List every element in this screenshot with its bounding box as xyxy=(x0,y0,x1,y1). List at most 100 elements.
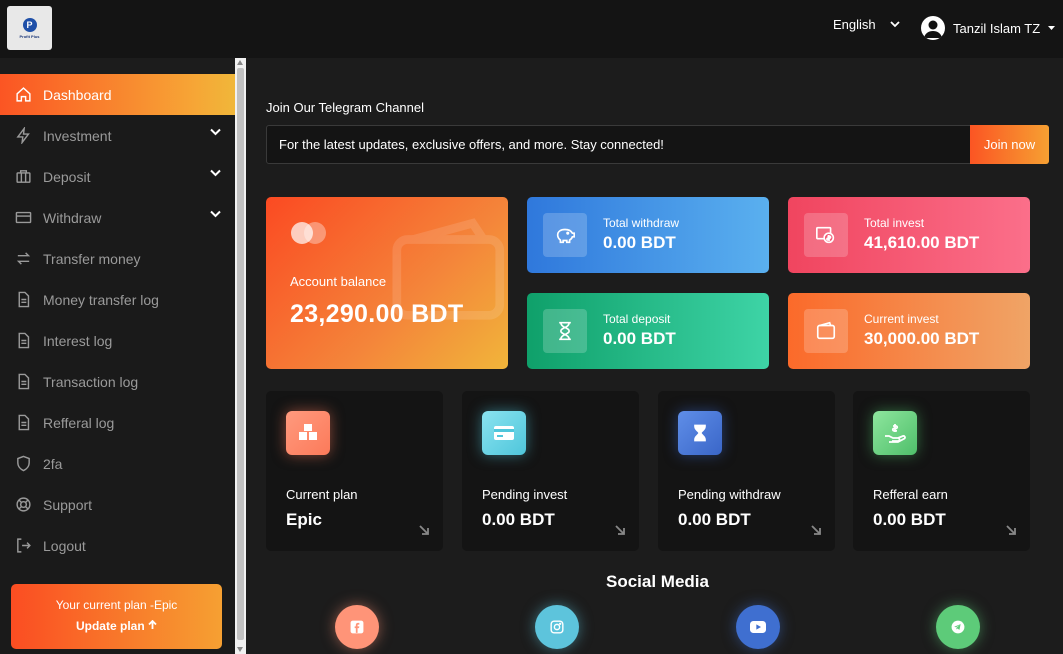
scrollbar-thumb[interactable] xyxy=(237,68,244,640)
mini-card-label: Current plan xyxy=(286,487,358,502)
sidebar-item-label: Refferal log xyxy=(43,414,115,431)
telegram-icon xyxy=(951,620,965,634)
user-name: Tanzil Islam TZ xyxy=(953,20,1041,36)
toggle-dots-icon xyxy=(291,222,326,244)
mini-card-value: 0.00 BDT xyxy=(678,510,751,529)
wallet-icon xyxy=(804,309,848,353)
sidebar-item-transaction-log[interactable]: Transaction log xyxy=(0,361,235,402)
sidebar-item-transfer-money[interactable]: Transfer money xyxy=(0,238,235,279)
scroll-up-arrow-icon[interactable] xyxy=(237,60,243,65)
arrow-up-icon xyxy=(148,619,157,629)
sidebar-item-withdraw[interactable]: Withdraw xyxy=(0,197,235,238)
mini-card-value: 0.00 BDT xyxy=(482,510,555,529)
sidebar-item-label: Withdraw xyxy=(43,209,102,226)
mini-card-label: Pending invest xyxy=(482,487,568,502)
stat-value: 41,610.00 BDT xyxy=(864,233,980,252)
youtube-icon xyxy=(750,621,766,633)
chevron-down-icon xyxy=(210,210,221,218)
youtube-link[interactable] xyxy=(736,605,780,649)
sidebar-item-label: Transaction log xyxy=(43,373,139,390)
arrow-down-right-icon[interactable] xyxy=(419,525,429,535)
lifebuoy-icon xyxy=(14,496,32,514)
sidebar-item-label: Logout xyxy=(43,537,86,554)
document-icon xyxy=(14,291,32,309)
logo[interactable]: P Profit Plus xyxy=(7,6,52,50)
arrow-down-right-icon[interactable] xyxy=(615,525,625,535)
stat-label: Current invest xyxy=(864,312,939,326)
sidebar-item-deposit[interactable]: Deposit xyxy=(0,156,235,197)
sidebar-item-label: Money transfer log xyxy=(43,291,159,308)
card-icon xyxy=(14,209,32,227)
boxes-icon xyxy=(286,411,330,455)
sidebar-item-label: Deposit xyxy=(43,168,91,185)
update-plan-button[interactable]: Update plan xyxy=(11,619,222,633)
total-invest-card: Total invest 41,610.00 BDT xyxy=(788,197,1030,273)
telegram-title: Join Our Telegram Channel xyxy=(266,100,425,115)
logo-icon: P xyxy=(22,17,37,32)
transfer-icon xyxy=(14,250,32,268)
hourglass-icon xyxy=(678,411,722,455)
document-icon xyxy=(14,332,32,350)
total-deposit-card: Total deposit 0.00 BDT xyxy=(527,293,769,369)
arrow-down-right-icon[interactable] xyxy=(1006,525,1016,535)
current-plan-text: Your current plan -Epic xyxy=(55,598,178,612)
stat-value: 30,000.00 BDT xyxy=(864,329,980,348)
sidebar-item-label: 2fa xyxy=(43,455,63,472)
user-icon xyxy=(924,20,942,38)
arrow-down-right-icon[interactable] xyxy=(811,525,821,535)
balance-label: Account balance xyxy=(290,274,387,289)
current-invest-card: Current invest 30,000.00 BDT xyxy=(788,293,1030,369)
sidebar-item-money-transfer-log[interactable]: Money transfer log xyxy=(0,279,235,320)
current-plan-card: Current plan Epic xyxy=(266,391,443,551)
telegram-message: For the latest updates, exclusive offers… xyxy=(279,137,664,152)
language-selector[interactable]: English xyxy=(833,17,900,32)
stat-value: 0.00 BDT xyxy=(603,329,676,348)
mini-card-label: Refferal earn xyxy=(873,487,948,502)
sidebar-item-label: Dashboard xyxy=(43,86,112,103)
caret-down-icon xyxy=(1048,25,1056,30)
mini-card-value: Epic xyxy=(286,510,322,529)
stat-value: 0.00 BDT xyxy=(603,233,676,252)
stat-label: Total invest xyxy=(864,216,925,230)
refferal-earn-card: Refferal earn 0.00 BDT xyxy=(853,391,1030,551)
sidebar-item-refferal-log[interactable]: Refferal log xyxy=(0,402,235,443)
logout-icon xyxy=(14,537,32,555)
facebook-icon xyxy=(350,620,364,634)
instagram-link[interactable] xyxy=(535,605,579,649)
sidebar-item-label: Support xyxy=(43,496,93,513)
instagram-icon xyxy=(550,620,564,634)
scroll-down-arrow-icon[interactable] xyxy=(237,647,243,652)
stat-label: Total withdraw xyxy=(603,216,680,230)
pending-invest-card: Pending invest 0.00 BDT xyxy=(462,391,639,551)
sidebar-item-label: Transfer money xyxy=(43,250,141,267)
sidebar-item-investment[interactable]: Investment xyxy=(0,115,235,156)
shield-icon xyxy=(14,455,32,473)
sidebar-scrollbar[interactable] xyxy=(235,58,246,654)
account-balance-card: Account balance 23,290.00 BDT xyxy=(266,197,508,369)
hand-money-icon xyxy=(873,411,917,455)
user-menu[interactable]: Tanzil Islam TZ xyxy=(921,16,1056,40)
current-plan-box: Your current plan -Epic Update plan xyxy=(11,584,222,649)
hourglass-icon xyxy=(543,309,587,353)
update-plan-label: Update plan xyxy=(75,619,145,633)
sidebar-item-logout[interactable]: Logout xyxy=(0,525,235,566)
document-icon xyxy=(14,414,32,432)
home-icon xyxy=(14,86,32,104)
sidebar-item-2fa[interactable]: 2fa xyxy=(0,443,235,484)
money-icon xyxy=(804,213,848,257)
sidebar-item-interest-log[interactable]: Interest log xyxy=(0,320,235,361)
sidebar-item-dashboard[interactable]: Dashboard xyxy=(0,74,235,115)
piggy-bank-icon xyxy=(543,213,587,257)
document-icon xyxy=(14,373,32,391)
telegram-link[interactable] xyxy=(936,605,980,649)
stat-label: Total deposit xyxy=(603,312,671,326)
social-media-title: Social Media xyxy=(606,572,709,591)
card-icon xyxy=(482,411,526,455)
facebook-link[interactable] xyxy=(335,605,379,649)
total-withdraw-card: Total withdraw 0.00 BDT xyxy=(527,197,769,273)
chevron-down-icon xyxy=(890,21,900,28)
sidebar-item-support[interactable]: Support xyxy=(0,484,235,525)
logo-text: Profit Plus xyxy=(19,33,40,39)
join-now-button[interactable]: Join now xyxy=(970,125,1049,164)
balance-value: 23,290.00 BDT xyxy=(290,300,464,328)
